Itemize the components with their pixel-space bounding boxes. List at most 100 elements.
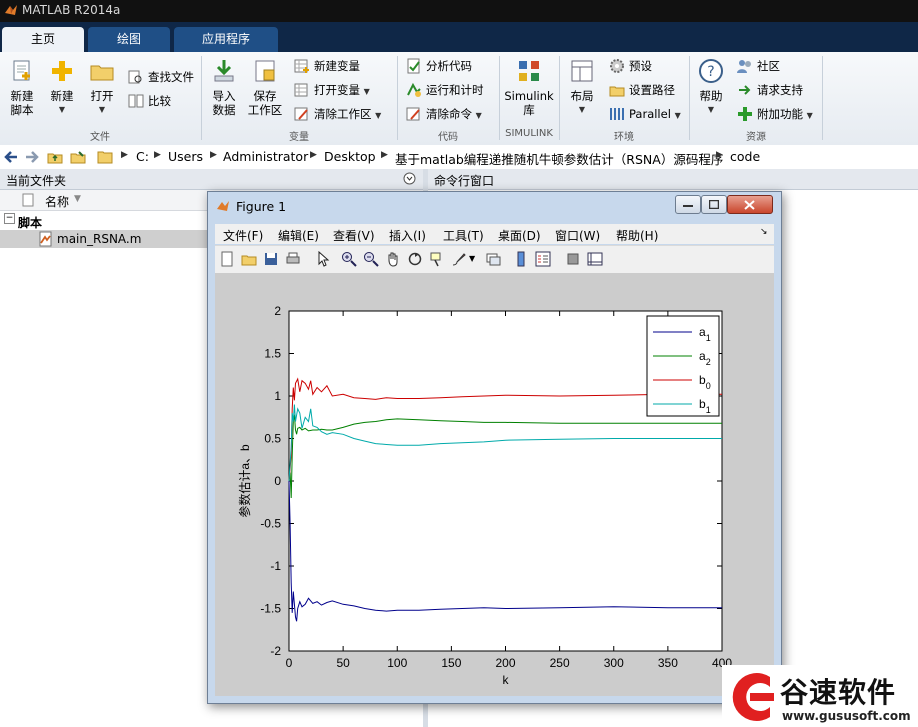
- sort-arrow-icon: ▼: [74, 194, 81, 204]
- panel-actions-icon[interactable]: [403, 172, 416, 185]
- find-files-label: 查找文件: [148, 70, 194, 84]
- name-column-label: 名称: [45, 195, 70, 209]
- zoom-in-icon[interactable]: [341, 251, 357, 267]
- add-ons-button[interactable]: 附加功能 ▼: [737, 105, 813, 123]
- find-files-button[interactable]: 查找文件: [128, 68, 194, 86]
- breadcrumb-separator: ▶: [716, 150, 723, 160]
- zoom-out-icon[interactable]: [363, 251, 379, 267]
- browse-folder-icon[interactable]: [70, 149, 86, 165]
- breadcrumb-separator: ▶: [121, 150, 128, 160]
- show-plot-tools-icon[interactable]: [587, 251, 603, 267]
- tab-plots[interactable]: 绘图: [88, 27, 170, 52]
- breadcrumb-separator: ▶: [154, 150, 161, 160]
- minimize-button[interactable]: [675, 195, 701, 214]
- compare-label: 比较: [148, 94, 171, 108]
- address-bar: ▶ C: ▶ Users ▶ Administrator ▶ Desktop ▶…: [0, 145, 918, 170]
- simulink-library-button[interactable]: Simulink 库: [503, 58, 555, 117]
- data-cursor-icon[interactable]: [429, 251, 445, 267]
- y-tick-label: -1: [270, 559, 281, 573]
- save-workspace-icon: [255, 60, 275, 82]
- forward-arrow-icon[interactable]: [24, 149, 40, 165]
- menu-desktop[interactable]: 桌面(D): [498, 227, 541, 244]
- parallel-button[interactable]: Parallel ▼: [609, 105, 681, 123]
- x-tick-label: 250: [550, 656, 570, 670]
- rotate-icon[interactable]: [407, 251, 423, 267]
- print-icon[interactable]: [285, 251, 301, 267]
- line-chart[interactable]: 0 50 100 150 200 250 300 350 400-2-1.5-1-0.500.5…: [215, 273, 774, 696]
- analyze-code-button[interactable]: 分析代码: [406, 57, 472, 75]
- close-button[interactable]: [727, 195, 773, 214]
- run-and-time-button[interactable]: 运行和计时: [406, 81, 484, 99]
- breadcrumb-item[interactable]: 基于matlab编程递推随机牛顿参数估计（RSNA）源码程序: [395, 149, 723, 168]
- environment-group-label: 环境: [614, 132, 634, 143]
- breadcrumb-item[interactable]: Desktop: [324, 149, 376, 164]
- set-path-button[interactable]: 设置路径: [609, 81, 675, 99]
- x-tick-label: 150: [441, 656, 461, 670]
- import-icon: [214, 60, 234, 82]
- new-variable-button[interactable]: 新建变量: [294, 57, 360, 75]
- link-plot-icon[interactable]: [485, 251, 501, 267]
- save-workspace-button[interactable]: 保存 工作区: [246, 58, 284, 117]
- breadcrumb-item[interactable]: Users: [168, 149, 203, 164]
- menu-file[interactable]: 文件(F): [223, 227, 263, 244]
- collapse-icon[interactable]: −: [4, 213, 15, 224]
- back-arrow-icon[interactable]: [3, 149, 19, 165]
- tab-home[interactable]: 主页: [2, 27, 84, 52]
- new-script-button[interactable]: 新建 脚本: [6, 58, 38, 117]
- breadcrumb-item[interactable]: code: [730, 149, 760, 164]
- open-variable-button[interactable]: 打开变量 ▼: [294, 81, 370, 99]
- colorbar-icon[interactable]: [513, 251, 529, 267]
- open-file-icon[interactable]: [241, 251, 257, 267]
- command-window-title: 命令行窗口: [434, 174, 495, 188]
- maximize-button[interactable]: [701, 195, 727, 214]
- pointer-icon[interactable]: [315, 251, 331, 267]
- breadcrumb-item[interactable]: Administrator: [223, 149, 308, 164]
- menu-tools[interactable]: 工具(T): [443, 227, 484, 244]
- save-icon[interactable]: [263, 251, 279, 267]
- y-tick-label: -1.5: [260, 602, 281, 616]
- file-icon: [22, 193, 34, 207]
- preferences-button[interactable]: 预设: [609, 57, 652, 75]
- run-and-time-icon: [407, 82, 421, 97]
- open-variable-icon: [294, 83, 308, 97]
- layout-button[interactable]: 布局 ▼: [566, 58, 598, 117]
- menu-window[interactable]: 窗口(W): [555, 227, 600, 244]
- open-button[interactable]: 打开 ▼: [88, 58, 116, 117]
- brush-icon[interactable]: [451, 251, 467, 267]
- parallel-icon: [610, 108, 624, 120]
- help-button[interactable]: ? 帮助 ▼: [696, 58, 726, 117]
- maximize-icon: [709, 200, 719, 209]
- simulink-group-label: SIMULINK: [505, 128, 553, 139]
- menu-insert[interactable]: 插入(I): [389, 227, 426, 244]
- menu-edit[interactable]: 编辑(E): [278, 227, 319, 244]
- dock-arrow-icon[interactable]: ↘: [760, 227, 768, 237]
- y-tick-label: -2: [270, 644, 281, 658]
- matlab-logo-icon: [217, 201, 229, 211]
- analyze-code-icon: [407, 58, 420, 74]
- help-label: 帮助: [699, 89, 723, 103]
- import-data-button[interactable]: 导入 数据: [208, 58, 240, 117]
- community-button[interactable]: 社区: [737, 57, 780, 75]
- request-support-button[interactable]: 请求支持: [737, 81, 803, 99]
- y-tick-label: 1: [274, 389, 281, 403]
- menu-help[interactable]: 帮助(H): [616, 227, 658, 244]
- breadcrumb-item[interactable]: C:: [136, 149, 149, 164]
- pan-hand-icon[interactable]: [385, 251, 401, 267]
- y-tick-label: 0.5: [264, 432, 281, 446]
- hide-plot-tools-icon[interactable]: [565, 251, 581, 267]
- brush-dropdown-arrow[interactable]: ▼: [469, 254, 475, 263]
- new-button[interactable]: 新建 ▼: [48, 58, 76, 117]
- new-figure-icon[interactable]: [219, 251, 235, 267]
- simulink-library-label: Simulink 库: [504, 89, 554, 117]
- clear-workspace-button[interactable]: 清除工作区 ▼: [294, 105, 381, 123]
- window-title: MATLAB R2014a: [22, 3, 121, 17]
- current-folder-title: 当前文件夹: [6, 174, 67, 188]
- legend-icon[interactable]: [535, 251, 551, 267]
- compare-button[interactable]: 比较: [128, 92, 171, 110]
- clear-commands-button[interactable]: 清除命令 ▼: [406, 105, 482, 123]
- menu-view[interactable]: 查看(V): [333, 227, 375, 244]
- group-divider: [822, 56, 823, 140]
- figure-title: Figure 1: [236, 199, 287, 214]
- tab-apps[interactable]: 应用程序: [174, 27, 278, 52]
- up-folder-icon[interactable]: [47, 149, 63, 165]
